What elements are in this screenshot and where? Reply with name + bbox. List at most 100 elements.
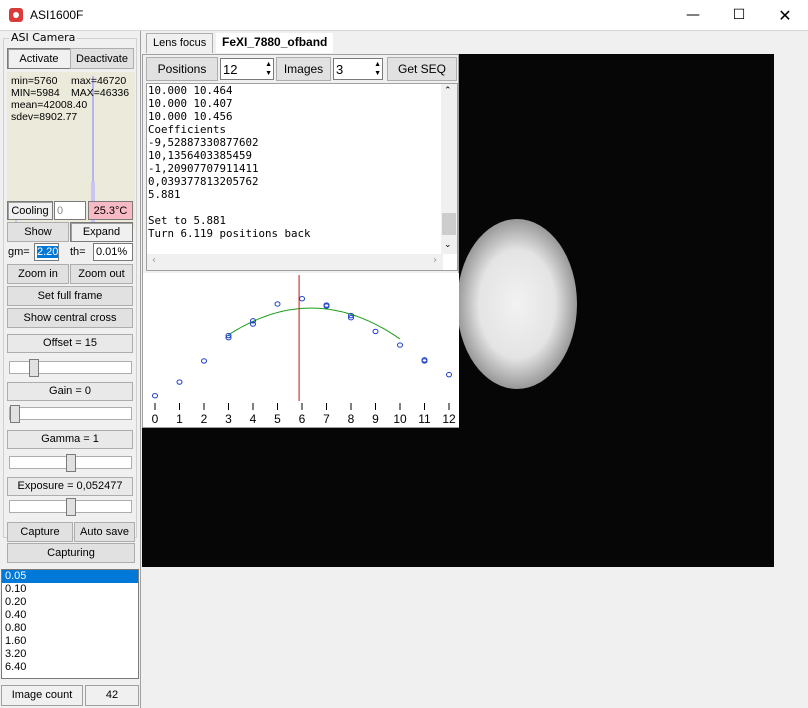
gm-input[interactable]: 2.20 [34, 243, 59, 261]
exposure-item[interactable]: 0.20 [2, 596, 138, 609]
scroll-down-icon[interactable]: ⌄ [444, 240, 452, 250]
log-line: -9,52887330877602 [148, 136, 259, 149]
x-tick-label: 2 [201, 412, 208, 426]
activate-button[interactable]: Activate [7, 48, 71, 69]
capture-button[interactable]: Capture [7, 522, 73, 542]
expand-button[interactable]: Expand [70, 222, 133, 242]
scroll-left-icon[interactable]: ‹ [152, 255, 156, 266]
stat-max: max=46720 [71, 75, 127, 87]
set-full-frame-button[interactable]: Set full frame [7, 286, 133, 306]
get-seq-button[interactable]: Get SEQ [387, 57, 457, 81]
log-line: 10,1356403385459 [148, 149, 253, 162]
lens-focus-panel: Positions 12 ▲ ▼ Images 3 ▲ ▼ Get SEQ 10.0… [142, 54, 459, 428]
scroll-thumb[interactable] [442, 213, 456, 235]
camera-app-icon [9, 8, 23, 22]
exposure-slider[interactable] [9, 498, 132, 516]
window-title: ASI1600F [30, 8, 84, 22]
temperature-display: 25.3°C [88, 201, 133, 220]
data-point [397, 342, 403, 348]
image-count-label: Image count [1, 685, 83, 706]
positions-button[interactable]: Positions [146, 57, 218, 81]
offset-slider-thumb[interactable] [29, 359, 39, 377]
images-value: 3 [336, 61, 344, 77]
stat-mean: mean=42008.40 [11, 99, 88, 111]
zoom-in-button[interactable]: Zoom in [7, 264, 69, 284]
data-point [176, 379, 183, 385]
exposure-slider-thumb[interactable] [66, 498, 76, 516]
log-line: 0,039377813205762 [148, 175, 259, 188]
images-spinner-icon[interactable]: ▲ ▼ [374, 60, 381, 78]
maximize-button[interactable]: ☐ [716, 0, 762, 31]
focus-curve-svg: 0 1 2 3 4 5 6 7 8 9 10 11 12 [152, 275, 456, 426]
log-vertical-scrollbar[interactable]: ⌃ ⌄ [441, 84, 457, 254]
x-tick-label: 10 [393, 412, 407, 426]
exposure-item[interactable]: 0.05 [2, 570, 138, 583]
image-count-value: 42 [85, 685, 139, 706]
cooling-setpoint-input[interactable]: 0 [54, 201, 86, 220]
offset-label: Offset = 15 [7, 334, 133, 353]
data-point [274, 301, 281, 307]
gain-slider[interactable] [9, 405, 132, 423]
images-input[interactable]: 3 ▲ ▼ [333, 58, 383, 80]
close-button[interactable]: ✕ [762, 0, 808, 31]
zoom-out-button[interactable]: Zoom out [70, 264, 133, 284]
show-central-cross-button[interactable]: Show central cross [7, 308, 133, 328]
scroll-right-icon[interactable]: › [433, 255, 437, 266]
exposure-item[interactable]: 6.40 [2, 661, 138, 674]
gm-label: gm= [8, 246, 30, 258]
stat-max-clip: MAX=46336 [71, 87, 130, 99]
show-button[interactable]: Show [7, 222, 69, 242]
focus-curve-chart: 0 1 2 3 4 5 6 7 8 9 10 11 12 [143, 273, 459, 427]
gamma-slider-thumb[interactable] [66, 454, 76, 472]
log-line: 10.000 10.464 [148, 84, 233, 97]
exposure-item[interactable]: 0.40 [2, 609, 138, 622]
gm-value: 2.20 [37, 246, 59, 258]
exposure-item[interactable]: 3.20 [2, 648, 138, 661]
x-tick-label: 1 [176, 412, 183, 426]
th-label: th= [70, 246, 86, 258]
focus-log-textbox[interactable]: 10.000 10.464 10.000 10.407 10.000 10.456 C… [146, 83, 458, 271]
positions-spinner-icon[interactable]: ▲ ▼ [265, 60, 272, 78]
tab-image[interactable]: FeXI_7880_ofband [216, 33, 334, 53]
images-button[interactable]: Images [276, 57, 331, 81]
log-line: Coefficients [148, 123, 227, 136]
data-point [299, 296, 305, 302]
exposure-list[interactable]: 0.05 0.10 0.20 0.40 0.80 1.60 3.20 6.40 [1, 569, 139, 679]
title-bar: ASI1600F — ☐ ✕ [0, 0, 808, 31]
log-line: 10.000 10.456 [148, 110, 233, 123]
stat-min-clip: MIN=5984 [11, 87, 60, 99]
positions-input[interactable]: 12 ▲ ▼ [220, 58, 274, 80]
exposure-item[interactable]: 0.80 [2, 622, 138, 635]
log-horizontal-scrollbar[interactable]: ‹ › [147, 254, 443, 270]
auto-save-button[interactable]: Auto save [74, 522, 135, 542]
capturing-button[interactable]: Capturing [7, 543, 135, 563]
log-line: 5.881 [148, 188, 181, 201]
data-point [152, 393, 158, 399]
gamma-slider[interactable] [9, 454, 132, 472]
data-point [372, 328, 379, 335]
exposure-label: Exposure = 0,052477 [7, 477, 133, 496]
data-point [201, 358, 207, 364]
x-tick-label: 5 [274, 412, 281, 426]
scroll-up-icon[interactable]: ⌃ [444, 86, 452, 96]
log-line: Turn 6.119 positions back [148, 227, 311, 240]
fit-curve [228, 307, 401, 340]
x-tick-label: 7 [323, 412, 330, 426]
exposure-item[interactable]: 0.10 [2, 583, 138, 596]
x-tick-label: 6 [299, 412, 306, 426]
deactivate-button[interactable]: Deactivate [70, 48, 134, 69]
log-line: -1,20907707911411 [148, 162, 259, 175]
th-input[interactable]: 0.01% [93, 243, 133, 261]
tab-lens-focus[interactable]: Lens focus [146, 33, 214, 53]
offset-slider[interactable] [9, 359, 132, 377]
gain-slider-thumb[interactable] [10, 405, 20, 423]
cooling-button[interactable]: Cooling [7, 201, 53, 220]
minimize-button[interactable]: — [670, 0, 716, 31]
camera-control-panel: ASI Camera Activate Deactivate min=5760 … [0, 31, 141, 708]
camera-group-label: ASI Camera [9, 31, 78, 44]
x-tick-label: 11 [418, 412, 431, 426]
exposure-item[interactable]: 1.60 [2, 635, 138, 648]
gain-label: Gain = 0 [7, 382, 133, 401]
stat-min: min=5760 [11, 75, 58, 87]
log-line: Set to 5.881 [148, 214, 227, 227]
